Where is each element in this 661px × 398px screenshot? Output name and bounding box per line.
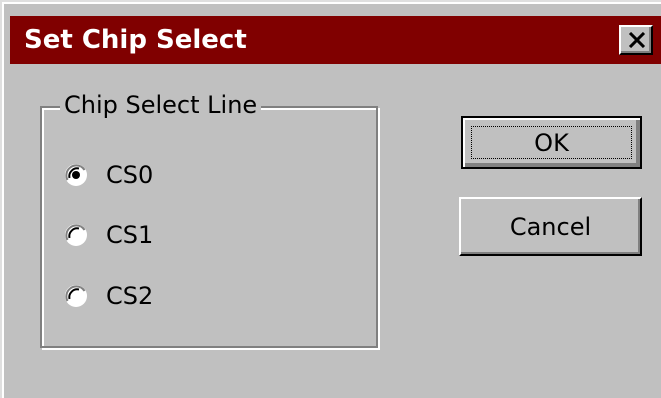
close-button[interactable] <box>619 25 653 55</box>
groupbox-label: Chip Select Line <box>60 89 262 121</box>
ok-button-label: OK <box>534 128 569 157</box>
cancel-button[interactable]: Cancel <box>459 197 642 256</box>
radio-button-icon[interactable] <box>64 284 88 308</box>
ok-button[interactable]: OK <box>461 116 642 169</box>
cancel-button-label: Cancel <box>509 212 592 241</box>
dialog-title: Set Chip Select <box>24 25 247 55</box>
radio-button-icon[interactable] <box>64 223 88 247</box>
set-chip-select-dialog: Set Chip Select Chip Select Line CS0 CS1… <box>0 0 661 398</box>
radio-cs0[interactable]: CS0 <box>64 159 153 191</box>
radio-label-cs2: CS2 <box>106 282 154 310</box>
radio-cs2[interactable]: CS2 <box>64 280 153 312</box>
radio-label-cs0: CS0 <box>106 161 154 189</box>
radio-button-icon[interactable] <box>64 163 88 187</box>
title-bar[interactable]: Set Chip Select <box>10 16 661 64</box>
close-icon <box>628 32 646 48</box>
radio-label-cs1: CS1 <box>106 221 154 249</box>
radio-cs1[interactable]: CS1 <box>64 219 153 251</box>
